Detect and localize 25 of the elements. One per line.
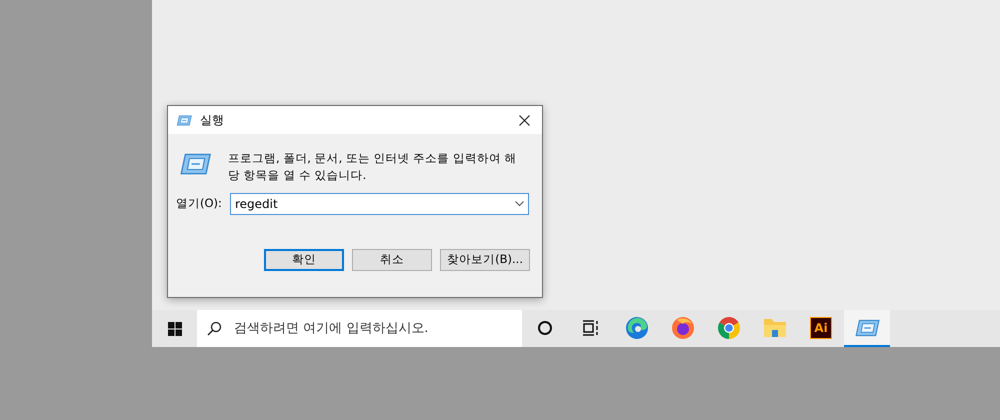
combobox-value: regedit: [235, 196, 278, 213]
dialog-button[interactable]: 찾아보기(B)...: [440, 249, 530, 271]
description: 프로그램, 폴더, 문서, 또는 인터넷 주소를 입력하여 해당 항목을 열 수 있습니다.: [228, 150, 518, 184]
folder-icon: [763, 316, 787, 338]
edge-icon: [625, 316, 649, 340]
open-label: 열기(O):: [176, 195, 223, 212]
search-icon: [207, 321, 222, 336]
search-placeholder: 검색하려면 여기에 입력하십시오.: [234, 320, 428, 338]
run-icon: [854, 318, 880, 336]
open-combobox[interactable]: regedit: [230, 193, 529, 215]
dialog-button[interactable]: 취소: [352, 249, 432, 271]
chevron-down-icon: [515, 201, 524, 207]
illustrator-icon: Ai: [810, 316, 832, 338]
close-icon: [518, 114, 530, 126]
chrome-icon: [717, 316, 741, 340]
windows-icon: [168, 322, 182, 336]
search-field[interactable]: 검색하려면 여기에 입력하십시오.: [197, 310, 522, 347]
dialog-button[interactable]: 확인: [264, 249, 344, 271]
taskbar-button[interactable]: Ai: [798, 310, 844, 347]
circle-icon: [537, 320, 553, 336]
window-title: 실행: [200, 112, 224, 129]
firefox-icon: [671, 316, 695, 340]
run-icon: [178, 153, 212, 175]
run-icon: [176, 114, 192, 126]
task-view-icon: [582, 320, 600, 336]
